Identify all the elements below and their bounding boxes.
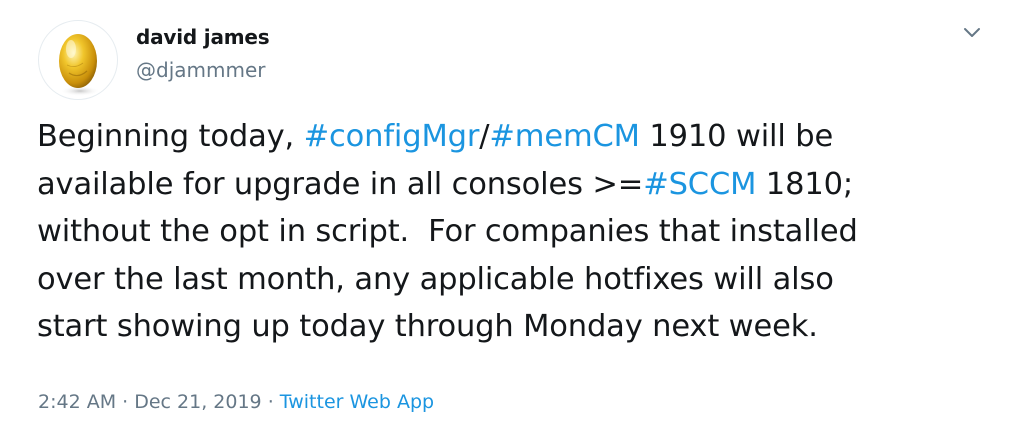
meta-separator: · [116,391,135,413]
tweet-line-1: Beginning today, #configMgr/#memCM 1910 … [37,113,997,161]
tweet-timestamp[interactable]: 2:42 AM [38,391,116,413]
tweet-line-4: over the last month, any applicable hotf… [37,261,834,297]
tweet-text-segment: / [479,119,490,154]
avatar[interactable] [38,20,118,100]
tweet-text-segment: available for upgrade in all consoles >= [37,166,644,202]
golden-egg-icon [59,34,100,96]
tweet-menu-button[interactable] [959,22,985,44]
chevron-down-icon [964,28,980,37]
tweet-source-link[interactable]: Twitter Web App [280,391,434,413]
tweet-text: Beginning today, #configMgr/#memCM 1910 … [37,113,997,351]
tweet-date[interactable]: Dec 21, 2019 [134,391,261,413]
hashtag-link[interactable]: #memCM [489,119,640,154]
hashtag-link[interactable]: #SCCM [643,167,756,202]
tweet-metadata: 2:42 AM · Dec 21, 2019 · Twitter Web App [38,391,434,413]
meta-separator: · [261,391,280,413]
tweet-text-segment: 1810; [756,166,853,202]
hashtag-link[interactable]: #configMgr [304,119,480,154]
tweet-line-5: start showing up today through Monday ne… [37,309,818,344]
tweet-line-2: available for upgrade in all consoles >=… [37,161,997,209]
tweet-text-segment: Beginning today, [37,119,304,154]
author-handle[interactable]: @djammmer [136,58,265,82]
tweet-line-3: without the opt in script. For companies… [37,214,858,249]
tweet-text-segment: 1910 will be [639,119,834,154]
tweet-card: david james @djammmer Beginning today, #… [0,0,1024,423]
author-display-name[interactable]: david james [136,25,270,49]
